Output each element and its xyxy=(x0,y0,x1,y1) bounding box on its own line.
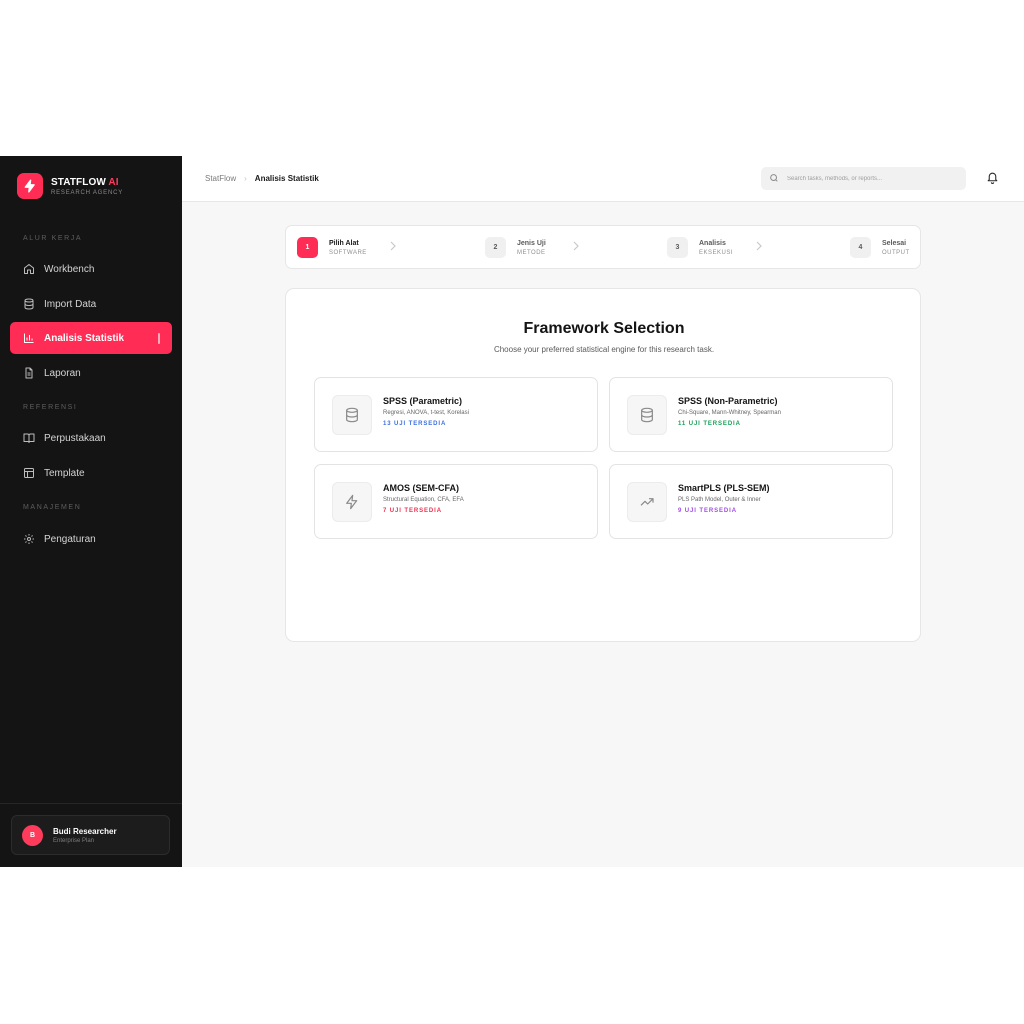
step-subtitle: OUTPUT xyxy=(882,249,910,256)
database-icon xyxy=(23,298,35,310)
card-description: PLS Path Model, Outer & Inner xyxy=(678,497,761,503)
step-number: 2 xyxy=(485,237,506,258)
main-content: StatFlow › Analisis Statistik 1 Pilih Al… xyxy=(182,156,1024,867)
sidebar: STATFLOW AI RESEARCH AGENCY ALUR KERJA W… xyxy=(0,156,182,867)
card-description: Regresi, ANOVA, t-test, Korelasi xyxy=(383,410,469,416)
book-icon xyxy=(23,432,35,444)
sidebar-item-workbench[interactable]: Workbench xyxy=(10,253,172,285)
step-number: 3 xyxy=(667,237,688,258)
step-selesai[interactable]: 4 Selesai OUTPUT xyxy=(850,237,910,258)
breadcrumb-root[interactable]: StatFlow xyxy=(205,174,236,183)
sidebar-item-label: Perpustakaan xyxy=(44,432,106,444)
section-label-referensi: REFERENSI xyxy=(23,404,78,411)
lightning-icon xyxy=(17,173,43,199)
breadcrumb: StatFlow › Analisis Statistik xyxy=(205,174,319,183)
brand[interactable]: STATFLOW AI RESEARCH AGENCY xyxy=(17,173,123,199)
avatar: B xyxy=(22,824,43,846)
database-icon xyxy=(332,395,372,435)
database-icon xyxy=(627,395,667,435)
card-description: Structural Equation, CFA, EFA xyxy=(383,497,464,503)
user-card[interactable]: B Budi Researcher Enterprise Plan xyxy=(11,815,170,855)
page-subtitle: Choose your preferred statistical engine… xyxy=(493,345,715,354)
home-icon xyxy=(23,263,35,275)
sidebar-item-template[interactable]: Template xyxy=(10,457,172,489)
sidebar-item-pengaturan[interactable]: Pengaturan xyxy=(10,523,172,555)
user-plan: Enterprise Plan xyxy=(53,837,95,844)
card-title: SPSS (Parametric) xyxy=(383,396,463,406)
brand-subtitle: RESEARCH AGENCY xyxy=(51,189,124,196)
step-subtitle: EKSEKUSI xyxy=(699,249,734,256)
card-count: 11 UJI TERSEDIA xyxy=(678,421,741,427)
step-title: Pilih Alat xyxy=(329,239,359,247)
search-box[interactable] xyxy=(761,167,966,190)
step-jenis-uji[interactable]: 2 Jenis Uji METODE xyxy=(485,237,546,258)
bell-icon[interactable] xyxy=(986,171,1000,185)
chevron-right-icon xyxy=(390,241,396,251)
search-input[interactable] xyxy=(787,175,957,182)
step-analisis[interactable]: 3 Analisis EKSEKUSI xyxy=(667,237,733,258)
section-label-alur-kerja: ALUR KERJA xyxy=(23,235,83,242)
card-title: SmartPLS (PLS-SEM) xyxy=(678,483,770,493)
card-title: AMOS (SEM-CFA) xyxy=(383,483,459,493)
chevron-right-icon xyxy=(756,241,762,251)
sidebar-item-label: Import Data xyxy=(44,298,97,310)
app-window: STATFLOW AI RESEARCH AGENCY ALUR KERJA W… xyxy=(0,156,1024,867)
card-count: 13 UJI TERSEDIA xyxy=(383,421,447,427)
page-title: Framework Selection xyxy=(523,320,685,337)
user-name: Budi Researcher xyxy=(53,826,117,836)
sidebar-item-label: Template xyxy=(44,467,85,479)
card-count: 7 UJI TERSEDIA xyxy=(383,508,442,514)
layout-icon xyxy=(23,467,35,479)
file-text-icon xyxy=(23,367,35,379)
sidebar-item-label: Pengaturan xyxy=(44,533,96,545)
step-pilih-alat[interactable]: 1 Pilih Alat SOFTWARE xyxy=(297,237,367,258)
breadcrumb-separator: › xyxy=(244,174,247,183)
trending-up-icon xyxy=(627,482,667,522)
active-indicator xyxy=(158,333,160,344)
sidebar-item-label: Laporan xyxy=(44,367,81,379)
framework-card-smartpls[interactable]: SmartPLS (PLS-SEM) PLS Path Model, Outer… xyxy=(609,464,893,539)
topbar: StatFlow › Analisis Statistik xyxy=(182,156,1024,202)
lightning-icon xyxy=(332,482,372,522)
card-title: SPSS (Non-Parametric) xyxy=(678,396,778,406)
sidebar-item-perpustakaan[interactable]: Perpustakaan xyxy=(10,422,172,454)
framework-card-amos[interactable]: AMOS (SEM-CFA) Structural Equation, CFA,… xyxy=(314,464,598,539)
sidebar-item-label: Workbench xyxy=(44,263,95,275)
step-title: Selesai xyxy=(882,239,907,247)
sidebar-divider xyxy=(0,803,182,804)
brand-name: STATFLOW AI xyxy=(51,176,119,188)
step-title: Analisis xyxy=(699,239,726,247)
framework-card-spss-non-parametric[interactable]: SPSS (Non-Parametric) Chi-Square, Mann-W… xyxy=(609,377,893,452)
bar-chart-icon xyxy=(23,332,35,344)
framework-card-spss-parametric[interactable]: SPSS (Parametric) Regresi, ANOVA, t-test… xyxy=(314,377,598,452)
search-icon xyxy=(769,170,779,188)
breadcrumb-current: Analisis Statistik xyxy=(254,174,319,183)
sidebar-item-analisis-statistik[interactable]: Analisis Statistik xyxy=(10,322,172,354)
framework-panel: Framework Selection Choose your preferre… xyxy=(285,288,921,642)
card-count: 9 UJI TERSEDIA xyxy=(678,508,737,514)
sidebar-item-label: Analisis Statistik xyxy=(44,332,125,344)
card-description: Chi-Square, Mann-Whitney, Spearman xyxy=(678,410,781,416)
sidebar-item-laporan[interactable]: Laporan xyxy=(10,357,172,389)
step-number: 1 xyxy=(297,237,318,258)
stepper: 1 Pilih Alat SOFTWARE 2 Jenis Uji METODE… xyxy=(285,225,921,269)
chevron-right-icon xyxy=(573,241,579,251)
step-number: 4 xyxy=(850,237,871,258)
sidebar-item-import-data[interactable]: Import Data xyxy=(10,288,172,320)
gear-icon xyxy=(23,533,35,545)
section-label-manajemen: MANAJEMEN xyxy=(23,504,82,511)
step-title: Jenis Uji xyxy=(517,239,546,247)
step-subtitle: SOFTWARE xyxy=(329,249,367,256)
step-subtitle: METODE xyxy=(517,249,546,256)
